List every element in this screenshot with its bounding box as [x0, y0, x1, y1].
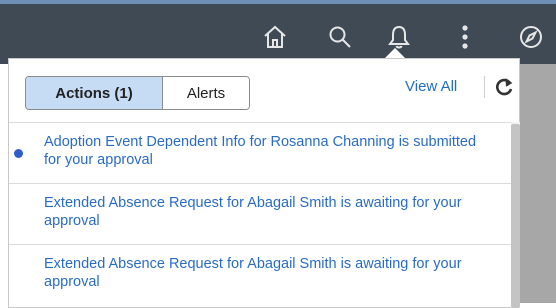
search-icon[interactable]	[323, 20, 357, 54]
toolbar-divider	[484, 76, 485, 98]
refresh-icon[interactable]	[493, 76, 515, 98]
tab-alerts[interactable]: Alerts	[163, 77, 249, 109]
notification-text[interactable]: Extended Absence Request for Abagail Smi…	[44, 194, 494, 230]
top-navigation-bar	[0, 0, 556, 64]
notification-tabs: Actions (1) Alerts	[25, 76, 250, 110]
more-vertical-icon[interactable]	[448, 20, 482, 54]
list-item[interactable]: Extended Absence Request for Abagail Smi…	[9, 183, 511, 244]
list-item[interactable]: Extended Absence Request for Abagail Smi…	[9, 244, 511, 305]
notification-list: Adoption Event Dependent Info for Rosann…	[9, 122, 511, 305]
unread-indicator	[14, 149, 23, 158]
notification-text[interactable]: Adoption Event Dependent Info for Rosann…	[44, 133, 494, 169]
home-icon[interactable]	[258, 20, 292, 54]
view-all-link[interactable]: View All	[405, 78, 457, 95]
list-item[interactable]: Adoption Event Dependent Info for Rosann…	[9, 122, 511, 183]
compass-icon[interactable]	[514, 20, 548, 54]
tab-actions[interactable]: Actions (1)	[26, 77, 163, 109]
background-overlay	[520, 64, 556, 303]
notifications-popover: Actions (1) Alerts View All Adoption Eve…	[8, 58, 520, 308]
notification-text[interactable]: Extended Absence Request for Abagail Smi…	[44, 255, 494, 291]
scrollbar-thumb[interactable]	[511, 124, 520, 308]
